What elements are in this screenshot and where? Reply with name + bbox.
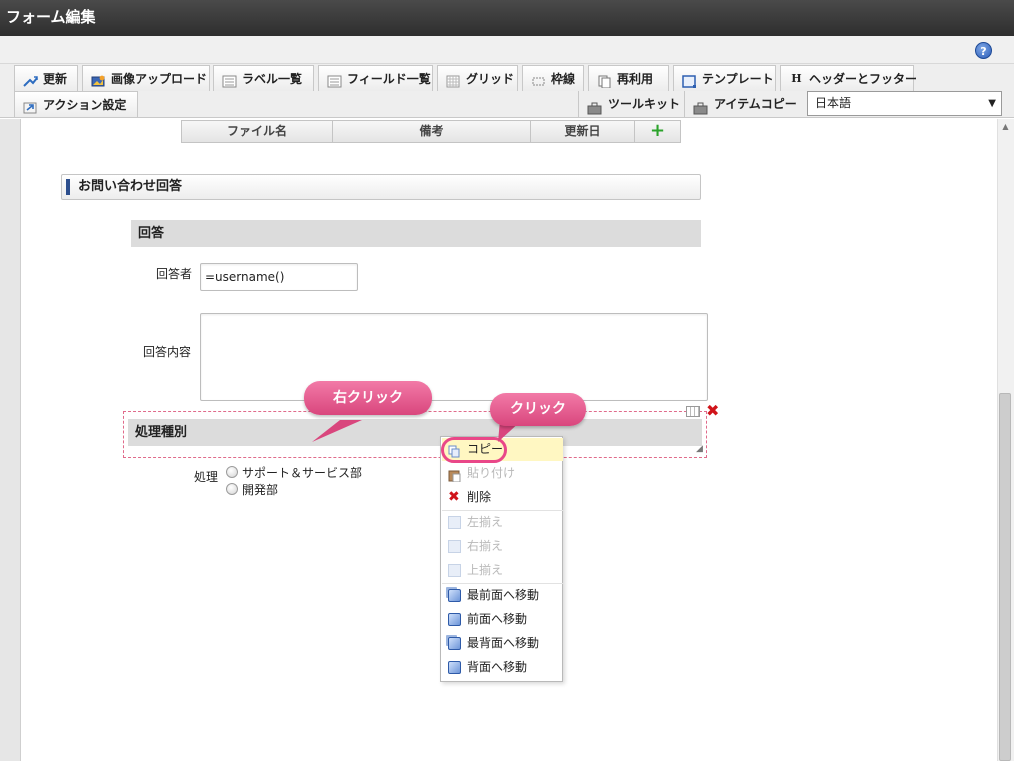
click-callout: クリック bbox=[490, 393, 586, 426]
close-icon[interactable]: ✖ bbox=[706, 403, 719, 419]
align-top-icon bbox=[448, 564, 461, 577]
column-header-filename: ファイル名 bbox=[182, 121, 333, 142]
label-list-icon bbox=[222, 72, 237, 88]
align-right-icon bbox=[448, 540, 461, 553]
window-title: フォーム編集 bbox=[0, 0, 1014, 36]
header-footer-button[interactable]: H ヘッダーとフッター bbox=[780, 65, 917, 91]
file-table-header: ファイル名 備考 更新日 + bbox=[181, 120, 681, 143]
section-title[interactable]: お問い合わせ回答 bbox=[61, 174, 701, 200]
resize-handle-icon[interactable]: ◢ bbox=[696, 444, 703, 454]
paste-icon bbox=[448, 467, 461, 483]
answer-content-label: 回答内容 bbox=[143, 345, 192, 359]
action-settings-button[interactable]: アクション設定 bbox=[14, 91, 138, 117]
border-button[interactable]: 枠線 bbox=[522, 65, 584, 91]
header-footer-icon: H bbox=[791, 72, 802, 85]
template-icon bbox=[682, 72, 697, 88]
toolkit-button[interactable]: ツールキット bbox=[578, 91, 682, 117]
menu-item-align-left[interactable]: 左揃え bbox=[442, 511, 563, 534]
delete-icon: ✖ bbox=[448, 489, 460, 505]
answer-content-textarea[interactable] bbox=[200, 313, 708, 401]
radio-development-label: 開発部 bbox=[242, 483, 279, 497]
menu-item-delete[interactable]: ✖ 削除 bbox=[442, 486, 563, 509]
menu-item-bring-to-front[interactable]: 最前面へ移動 bbox=[442, 584, 563, 607]
right-click-callout: 右クリック bbox=[304, 381, 432, 415]
answerer-label: 回答者 bbox=[156, 267, 193, 281]
image-upload-icon bbox=[91, 72, 106, 87]
field-list-button[interactable]: フィールド一覧 bbox=[318, 65, 433, 91]
column-header-remarks: 備考 bbox=[333, 121, 531, 142]
menu-item-align-right[interactable]: 右揃え bbox=[442, 535, 563, 558]
template-button[interactable]: テンプレート bbox=[673, 65, 776, 91]
radio-support-label: サポート＆サービス部 bbox=[242, 466, 363, 480]
radio-development[interactable] bbox=[226, 483, 238, 495]
left-panel bbox=[0, 119, 21, 761]
action-settings-icon bbox=[23, 98, 38, 114]
column-header-updated: 更新日 bbox=[531, 121, 635, 142]
send-to-back-icon bbox=[448, 637, 461, 650]
item-copy-button[interactable]: アイテムコピー bbox=[684, 91, 802, 117]
bring-forward-icon bbox=[448, 613, 461, 626]
update-button[interactable]: 更新 bbox=[14, 65, 78, 91]
grid-icon[interactable] bbox=[686, 406, 700, 417]
align-left-icon bbox=[448, 516, 461, 529]
field-list-icon bbox=[327, 72, 342, 88]
toolkit-icon bbox=[587, 98, 602, 114]
answerer-field[interactable]: =username() bbox=[200, 263, 358, 291]
bring-to-front-icon bbox=[448, 589, 461, 602]
item-copy-icon bbox=[693, 98, 708, 114]
help-bar: ? bbox=[0, 36, 1014, 64]
send-backward-icon bbox=[448, 661, 461, 674]
processing-label: 処理 bbox=[194, 470, 219, 484]
radio-support[interactable] bbox=[226, 466, 238, 478]
border-icon bbox=[531, 72, 546, 86]
menu-item-paste[interactable]: 貼り付け bbox=[442, 462, 563, 485]
answer-header[interactable]: 回答 bbox=[131, 220, 701, 247]
menu-item-bring-forward[interactable]: 前面へ移動 bbox=[442, 608, 563, 631]
language-select[interactable]: 日本語 ▼ bbox=[807, 91, 1002, 116]
context-menu: コピー 貼り付け ✖ 削除 左揃え 右揃え 上揃え 最前面へ移動 前面へ移動 最… bbox=[440, 436, 563, 682]
update-icon bbox=[23, 72, 38, 87]
add-row-button[interactable]: + bbox=[635, 121, 680, 142]
grid-button[interactable]: グリッド bbox=[437, 65, 518, 91]
help-icon[interactable]: ? bbox=[975, 42, 992, 59]
label-list-button[interactable]: ラベル一覧 bbox=[213, 65, 314, 91]
menu-item-send-to-back[interactable]: 最背面へ移動 bbox=[442, 632, 563, 655]
reuse-button[interactable]: 再利用 bbox=[588, 65, 669, 91]
scroll-up-icon[interactable]: ▲ bbox=[998, 120, 1013, 134]
grid-icon bbox=[446, 72, 461, 88]
image-upload-button[interactable]: 画像アップロード bbox=[82, 65, 210, 91]
menu-item-align-top[interactable]: 上揃え bbox=[442, 559, 563, 582]
reuse-icon bbox=[597, 72, 612, 89]
chevron-down-icon: ▼ bbox=[988, 98, 996, 109]
scrollbar-thumb[interactable] bbox=[999, 393, 1011, 761]
menu-item-send-backward[interactable]: 背面へ移動 bbox=[442, 656, 563, 679]
